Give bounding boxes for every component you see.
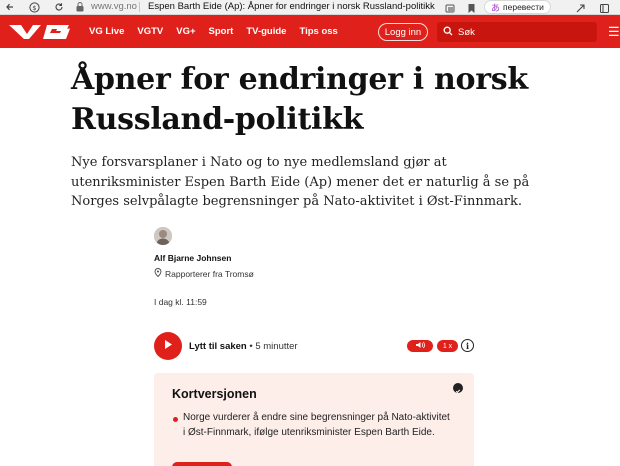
summary-box: Kortversjonen Norge vurderer å endre sin… xyxy=(154,373,474,466)
nav-link-vg-live[interactable]: VG Live xyxy=(89,26,124,37)
translate-icon: あ xyxy=(491,2,501,13)
play-button[interactable] xyxy=(154,332,182,360)
author-role-text: Rapporterer fra Tromsø xyxy=(165,268,254,279)
volume-button[interactable] xyxy=(407,340,433,352)
play-icon xyxy=(163,337,173,355)
page-tab-title: Espen Barth Eide (Ap): Åpner for endring… xyxy=(148,1,435,12)
reload-icon[interactable] xyxy=(52,0,66,14)
card-icon[interactable] xyxy=(443,1,457,15)
location-pin-icon xyxy=(154,268,162,279)
nav-link-tips-oss[interactable]: Tips oss xyxy=(299,26,337,37)
playback-speed-button[interactable]: 1 x xyxy=(437,340,458,352)
extension-icon[interactable] xyxy=(573,1,587,15)
article-lead: Nye forsvarsplaner i Nato og to nye medl… xyxy=(71,155,530,209)
listen-label[interactable]: Lytt til saken • 5 minutter xyxy=(189,341,298,352)
nav-link-tv-guide[interactable]: TV-guide xyxy=(246,26,286,37)
svg-text:$: $ xyxy=(32,4,36,12)
summary-title: Kortversjonen xyxy=(172,387,257,401)
search-icon xyxy=(443,26,453,39)
author-avatar[interactable] xyxy=(154,227,172,245)
main-nav: VG Live VGTV VG+ Sport TV-guide Tips oss xyxy=(89,15,351,48)
search-placeholder: Søk xyxy=(458,26,475,38)
login-button[interactable]: Logg inn xyxy=(378,23,428,41)
address-bar-url[interactable]: www.vg.no xyxy=(91,1,137,12)
menu-icon[interactable]: ☰ xyxy=(608,25,620,38)
lock-icon xyxy=(74,1,86,13)
nav-link-sport[interactable]: Sport xyxy=(209,26,234,37)
search-input[interactable]: Søk xyxy=(437,22,597,42)
bullet-dot xyxy=(173,417,178,422)
read-more-button[interactable] xyxy=(172,462,232,466)
author-location: Rapporterer fra Tromsø xyxy=(154,268,254,279)
article-headline: Åpner for endringer i norsk Russland-pol… xyxy=(71,62,528,137)
listen-label-text: Lytt til saken xyxy=(189,341,247,352)
author-name[interactable]: Alf Bjarne Johnsen xyxy=(154,253,231,263)
summary-info-icon[interactable] xyxy=(453,383,463,394)
browser-toolbar: $ www.vg.no Espen Barth Eide (Ap): Åpner… xyxy=(0,0,620,15)
vg-logo[interactable] xyxy=(7,23,73,45)
listen-duration: • 5 minutter xyxy=(246,341,298,352)
yandex-icon[interactable]: $ xyxy=(27,0,41,14)
info-icon[interactable]: i xyxy=(461,339,474,352)
back-arrow-icon[interactable] xyxy=(3,0,17,14)
audio-player: Lytt til saken • 5 minutter 1 x i xyxy=(154,332,476,360)
speaker-icon xyxy=(415,341,425,351)
translate-button[interactable]: あ перевести xyxy=(484,0,551,14)
address-separator xyxy=(139,2,140,12)
summary-fade xyxy=(154,435,474,465)
translate-label: перевести xyxy=(503,2,544,12)
site-header: VG Live VGTV VG+ Sport TV-guide Tips oss… xyxy=(0,15,620,48)
bookmark-icon[interactable] xyxy=(464,1,478,15)
publish-time: I dag kl. 11:59 xyxy=(154,297,207,307)
downloads-icon[interactable] xyxy=(597,1,611,15)
nav-link-vgtv[interactable]: VGTV xyxy=(137,26,163,37)
nav-link-vg-plus[interactable]: VG+ xyxy=(176,26,195,37)
